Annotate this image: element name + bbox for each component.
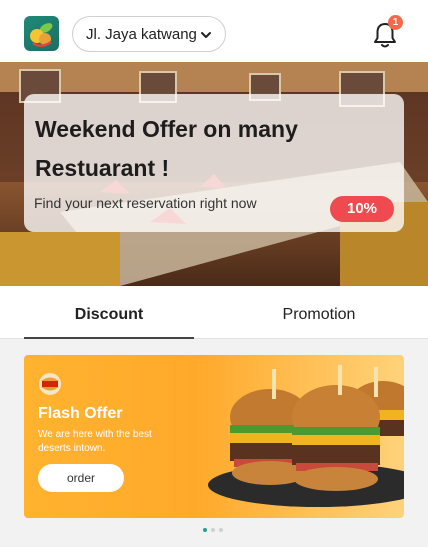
promo-title: Flash Offer xyxy=(38,405,123,422)
location-label: Jl. Jaya katwang xyxy=(86,25,197,43)
location-selector[interactable]: Jl. Jaya katwang xyxy=(72,16,226,52)
burger-king-logo xyxy=(39,373,61,395)
tab-promotion[interactable]: Promotion xyxy=(234,286,404,339)
promo-text: We are here with the best deserts intown… xyxy=(38,429,152,454)
promo-card[interactable]: Flash Offer We are here with the best de… xyxy=(24,355,404,518)
notification-badge: 1 xyxy=(388,15,403,30)
discount-badge: 10% xyxy=(330,196,394,222)
carousel-dot[interactable] xyxy=(203,528,207,532)
tab-discount[interactable]: Discount xyxy=(24,286,194,339)
offer-subtitle: Find your next reservation right now xyxy=(34,195,257,211)
burgers-image xyxy=(208,365,404,507)
offer-title: Weekend Offer on many Restuarant ! xyxy=(35,116,298,181)
hero-banner[interactable]: Weekend Offer on many Restuarant ! Find … xyxy=(0,62,428,286)
app-logo[interactable] xyxy=(24,16,59,51)
order-button[interactable]: order xyxy=(38,464,124,492)
carousel-dot[interactable] xyxy=(219,528,223,532)
top-bar: Jl. Jaya katwang 1 xyxy=(0,0,428,62)
offer-card: Weekend Offer on many Restuarant ! Find … xyxy=(24,94,404,232)
carousel-indicator xyxy=(203,528,223,532)
tab-bar: Discount Promotion xyxy=(0,286,428,339)
carousel-dot[interactable] xyxy=(211,528,215,532)
chevron-down-icon xyxy=(201,32,211,38)
